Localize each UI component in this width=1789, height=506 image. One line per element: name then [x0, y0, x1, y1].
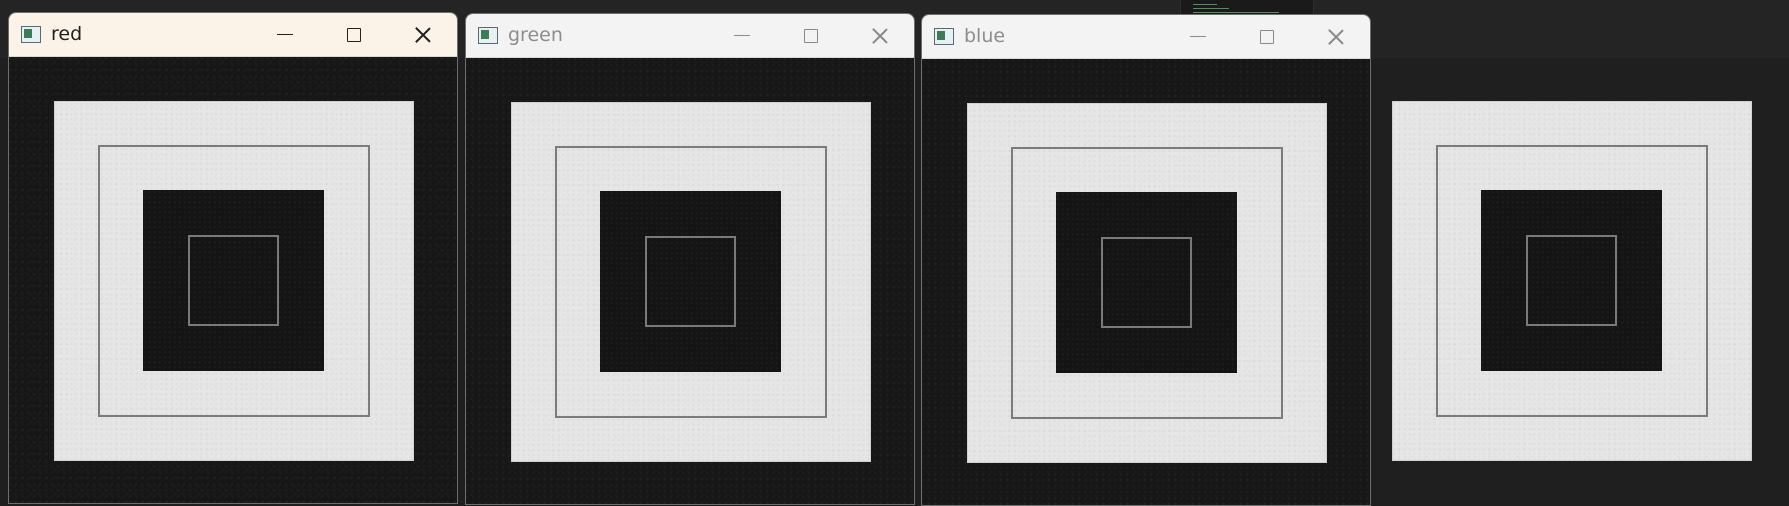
- minimize-icon: [1189, 35, 1206, 38]
- minimize-icon: [733, 34, 750, 37]
- blue-window[interactable]: blue: [921, 14, 1371, 506]
- dark-square-outline: [645, 236, 736, 327]
- green-window-titlebar[interactable]: green: [466, 14, 914, 58]
- close-icon: [1327, 28, 1345, 46]
- red-window-close-button[interactable]: [388, 13, 457, 56]
- dark-square-outline: [1526, 235, 1617, 326]
- red-window-canvas: [9, 57, 457, 503]
- green-window-controls: [707, 14, 914, 57]
- blue-window-controls: [1163, 15, 1370, 58]
- dark-square-outline: [1101, 237, 1192, 328]
- blue-window-titlebar[interactable]: blue: [922, 15, 1370, 59]
- red-window-minimize-button[interactable]: [250, 13, 319, 56]
- red-window-controls: [250, 13, 457, 56]
- maximize-icon: [803, 28, 818, 43]
- green-window-close-button[interactable]: [845, 14, 914, 57]
- close-icon: [871, 27, 889, 45]
- minimize-icon: [276, 33, 293, 36]
- green-window-maximize-button[interactable]: [776, 14, 845, 57]
- red-window-titlebar[interactable]: red: [9, 13, 457, 57]
- close-icon: [414, 26, 432, 44]
- green-window-title: green: [508, 24, 563, 46]
- red-window-maximize-button[interactable]: [319, 13, 388, 56]
- app-window-icon: [934, 28, 954, 45]
- blue-window-canvas: [922, 59, 1370, 505]
- app-window-icon: [478, 27, 498, 44]
- blue-window-minimize-button[interactable]: [1163, 15, 1232, 58]
- blue-window-title: blue: [964, 25, 1006, 47]
- red-window-title: red: [51, 23, 83, 45]
- blue-window-maximize-button[interactable]: [1232, 15, 1301, 58]
- dark-square-outline: [188, 235, 279, 326]
- green-window-canvas: [466, 58, 914, 504]
- maximize-icon: [1259, 29, 1274, 44]
- red-window[interactable]: red: [8, 12, 458, 504]
- app-window-icon: [21, 26, 41, 43]
- green-window-minimize-button[interactable]: [707, 14, 776, 57]
- blue-window-close-button[interactable]: [1301, 15, 1370, 58]
- maximize-icon: [346, 27, 361, 42]
- green-window[interactable]: green: [465, 13, 915, 505]
